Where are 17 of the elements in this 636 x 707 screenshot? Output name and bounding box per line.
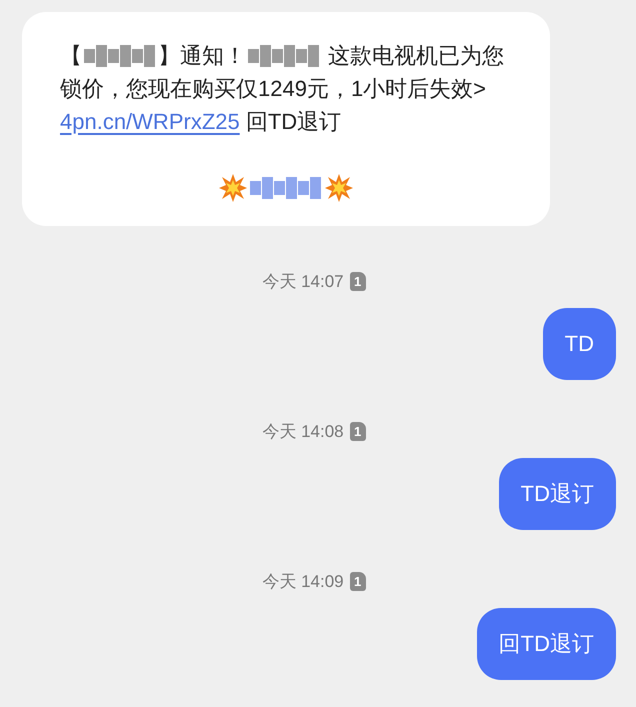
message-text: 这款电视机已为您	[327, 42, 504, 70]
timestamp: 今天 14:07	[262, 271, 344, 293]
sent-message: 回TD退订	[476, 608, 616, 680]
message-text: 锁价，您现在购买仅1249元，1小时后失效>	[60, 74, 486, 102]
timestamp: 今天 14:09	[262, 571, 344, 593]
message-text: 】通知！	[158, 42, 246, 70]
short-link[interactable]: 4pn.cn/WRPrxZ25	[60, 108, 240, 134]
sim-badge: 1	[350, 572, 366, 591]
message-text: 【	[60, 42, 82, 70]
explosion-icon	[324, 172, 354, 202]
message-text: 回TD退订	[244, 108, 342, 136]
sim-badge: 1	[350, 272, 366, 291]
sent-message: TD	[542, 308, 616, 380]
sent-message: TD退订	[498, 458, 616, 530]
explosion-icon	[218, 172, 248, 202]
sim-badge: 1	[350, 422, 366, 441]
timestamp: 今天 14:08	[262, 421, 344, 443]
